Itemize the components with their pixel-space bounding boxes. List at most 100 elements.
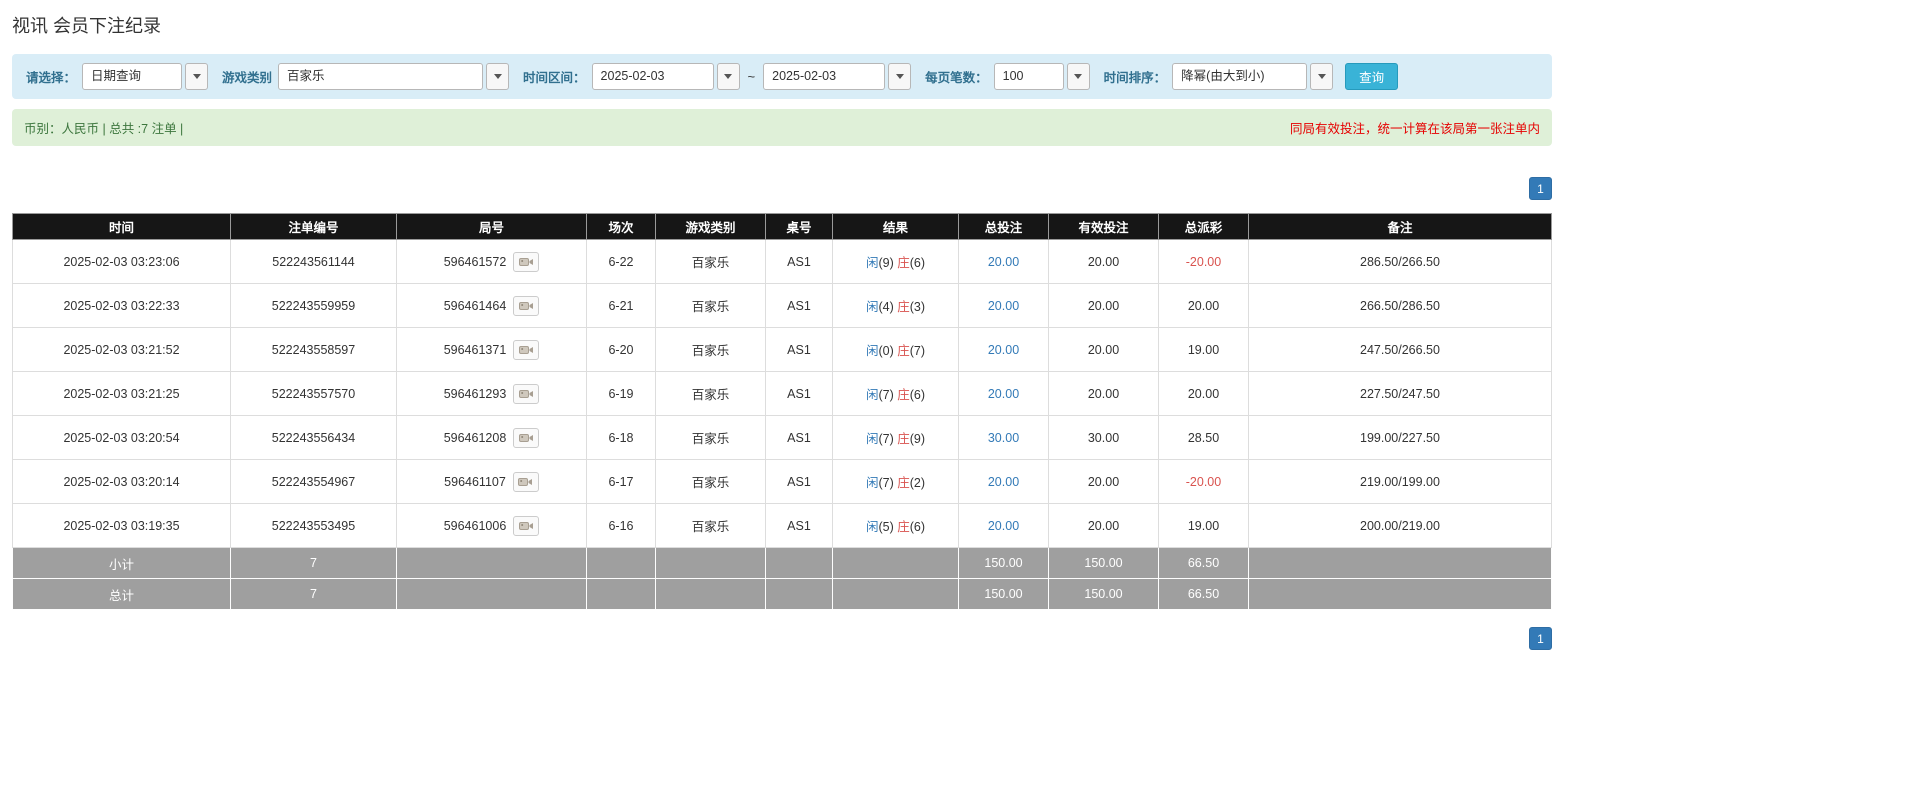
cell-table: AS1: [765, 371, 833, 416]
cell-time: 2025-02-03 03:20:54: [12, 415, 231, 460]
page-1-button[interactable]: 1: [1529, 627, 1552, 650]
date-to-value[interactable]: 2025-02-03: [763, 63, 886, 90]
table-header-row: 时间 注单编号 局号 场次 游戏类别 桌号 结果 总投注 有效投注 总派彩 备注: [12, 213, 1552, 240]
header-note: 备注: [1248, 213, 1552, 240]
round-video-icon[interactable]: [512, 471, 539, 492]
header-game-type: 游戏类别: [655, 213, 766, 240]
cell-valid-bet: 20.00: [1048, 459, 1159, 504]
round-video-icon[interactable]: [513, 295, 540, 316]
cell-time: 2025-02-03 03:19:35: [12, 503, 231, 548]
page-title: 视讯 会员下注纪录: [12, 16, 162, 36]
table-row: 2025-02-03 03:20:54 522243556434 5964612…: [12, 415, 1552, 460]
valid-bet-notice: 同局有效投注，统一计算在该局第一张注单内: [1289, 122, 1540, 136]
round-video-icon[interactable]: [513, 383, 540, 404]
page-1-button[interactable]: 1: [1529, 177, 1552, 200]
select-type-combobox: 日期查询: [82, 63, 209, 90]
total-bet-link[interactable]: 20.00: [988, 299, 1019, 313]
cell-table: AS1: [765, 239, 833, 284]
round-video-icon[interactable]: [513, 339, 540, 360]
total-bet-link[interactable]: 20.00: [988, 255, 1019, 269]
grand-total-payout: 66.50: [1158, 578, 1249, 610]
cell-payout: 19.00: [1158, 327, 1249, 372]
time-sort-dropdown-arrow-icon[interactable]: [1310, 63, 1334, 90]
cell-total-bet: 20.00: [958, 459, 1049, 504]
cell-round-id: 596461293: [396, 371, 587, 416]
pagination-bottom: 1: [12, 627, 1552, 650]
cell-session: 6-18: [586, 415, 656, 460]
total-bet-link[interactable]: 20.00: [988, 519, 1019, 533]
round-video-icon[interactable]: [513, 251, 540, 272]
cell-valid-bet: 20.00: [1048, 371, 1159, 416]
date-from-dropdown-arrow-icon[interactable]: [716, 63, 740, 90]
total-bet-link[interactable]: 20.00: [988, 387, 1019, 401]
currency-total-text: 币别：人民币 | 总共 :7 注单 |: [24, 122, 184, 136]
cell-session: 6-17: [586, 459, 656, 504]
date-to-dropdown-arrow-icon[interactable]: [888, 63, 912, 90]
cell-result: 闲(0) 庄(7): [832, 327, 959, 372]
subtotal-count: 7: [230, 547, 397, 579]
cell-note: 266.50/286.50: [1248, 283, 1552, 328]
cell-valid-bet: 30.00: [1048, 415, 1159, 460]
table-row: 2025-02-03 03:21:25 522243557570 5964612…: [12, 371, 1552, 416]
cell-time: 2025-02-03 03:22:33: [12, 283, 231, 328]
pagination-top: 1: [12, 177, 1552, 200]
cell-result: 闲(4) 庄(3): [832, 283, 959, 328]
select-type-dropdown-arrow-icon[interactable]: [185, 63, 209, 90]
date-from-value[interactable]: 2025-02-03: [591, 63, 714, 90]
header-table: 桌号: [765, 213, 833, 240]
time-sort-label: 时间排序：: [1103, 71, 1167, 85]
cell-note: 219.00/199.00: [1248, 459, 1552, 504]
total-bet-link[interactable]: 20.00: [988, 343, 1019, 357]
time-sort-combobox: 降幂(由大到小): [1172, 63, 1334, 90]
game-type-combobox: 百家乐: [278, 63, 510, 90]
cell-note: 286.50/266.50: [1248, 239, 1552, 284]
header-bet-id: 注单编号: [230, 213, 397, 240]
total-bet-link[interactable]: 30.00: [988, 431, 1019, 445]
table-row: 2025-02-03 03:20:14 522243554967 5964611…: [12, 459, 1552, 504]
table-row: 2025-02-03 03:22:33 522243559959 5964614…: [12, 283, 1552, 328]
cell-session: 6-21: [586, 283, 656, 328]
cell-game-type: 百家乐: [655, 503, 766, 548]
cell-total-bet: 20.00: [958, 239, 1049, 284]
cell-note: 199.00/227.50: [1248, 415, 1552, 460]
cell-payout: 20.00: [1158, 283, 1249, 328]
cell-note: 200.00/219.00: [1248, 503, 1552, 548]
cell-result: 闲(5) 庄(6): [832, 503, 959, 548]
header-result: 结果: [832, 213, 959, 240]
round-video-icon[interactable]: [513, 427, 540, 448]
total-bet-link[interactable]: 20.00: [988, 475, 1019, 489]
cell-payout: 20.00: [1158, 371, 1249, 416]
cell-note: 247.50/266.50: [1248, 327, 1552, 372]
select-type-label: 请选择：: [26, 71, 77, 85]
chevron-down-icon: [1317, 74, 1326, 79]
cell-game-type: 百家乐: [655, 459, 766, 504]
subtotal-valid-bet: 150.00: [1048, 547, 1159, 579]
page-size-value[interactable]: 100: [993, 63, 1064, 90]
chevron-down-icon: [192, 74, 201, 79]
cell-round-id: 596461371: [396, 327, 587, 372]
game-type-dropdown-arrow-icon[interactable]: [486, 63, 510, 90]
date-range-label: 时间区间：: [523, 71, 586, 85]
cell-session: 6-16: [586, 503, 656, 548]
table-body: 2025-02-03 03:23:06 522243561144 5964615…: [12, 239, 1552, 548]
time-sort-value[interactable]: 降幂(由大到小): [1172, 63, 1308, 90]
page-size-dropdown-arrow-icon[interactable]: [1066, 63, 1090, 90]
search-button[interactable]: 查询: [1345, 63, 1399, 90]
select-type-value[interactable]: 日期查询: [82, 63, 183, 90]
table-row: 2025-02-03 03:21:52 522243558597 5964613…: [12, 327, 1552, 372]
cell-time: 2025-02-03 03:21:25: [12, 371, 231, 416]
page-size-label: 每页笔数：: [925, 71, 988, 85]
game-type-label: 游戏类别: [222, 71, 273, 85]
cell-payout: -20.00: [1158, 459, 1249, 504]
grand-total-total-bet: 150.00: [958, 578, 1049, 610]
cell-table: AS1: [765, 415, 833, 460]
cell-time: 2025-02-03 03:20:14: [12, 459, 231, 504]
cell-game-type: 百家乐: [655, 327, 766, 372]
filter-bar: 请选择： 日期查询 游戏类别 百家乐 时间区间： 2025-02-03 ~ 20…: [12, 54, 1552, 99]
cell-valid-bet: 20.00: [1048, 283, 1159, 328]
round-video-icon[interactable]: [513, 515, 540, 536]
subtotal-label: 小计: [12, 547, 231, 579]
game-type-value[interactable]: 百家乐: [278, 63, 484, 90]
cell-table: AS1: [765, 327, 833, 372]
chevron-down-icon: [724, 74, 733, 79]
